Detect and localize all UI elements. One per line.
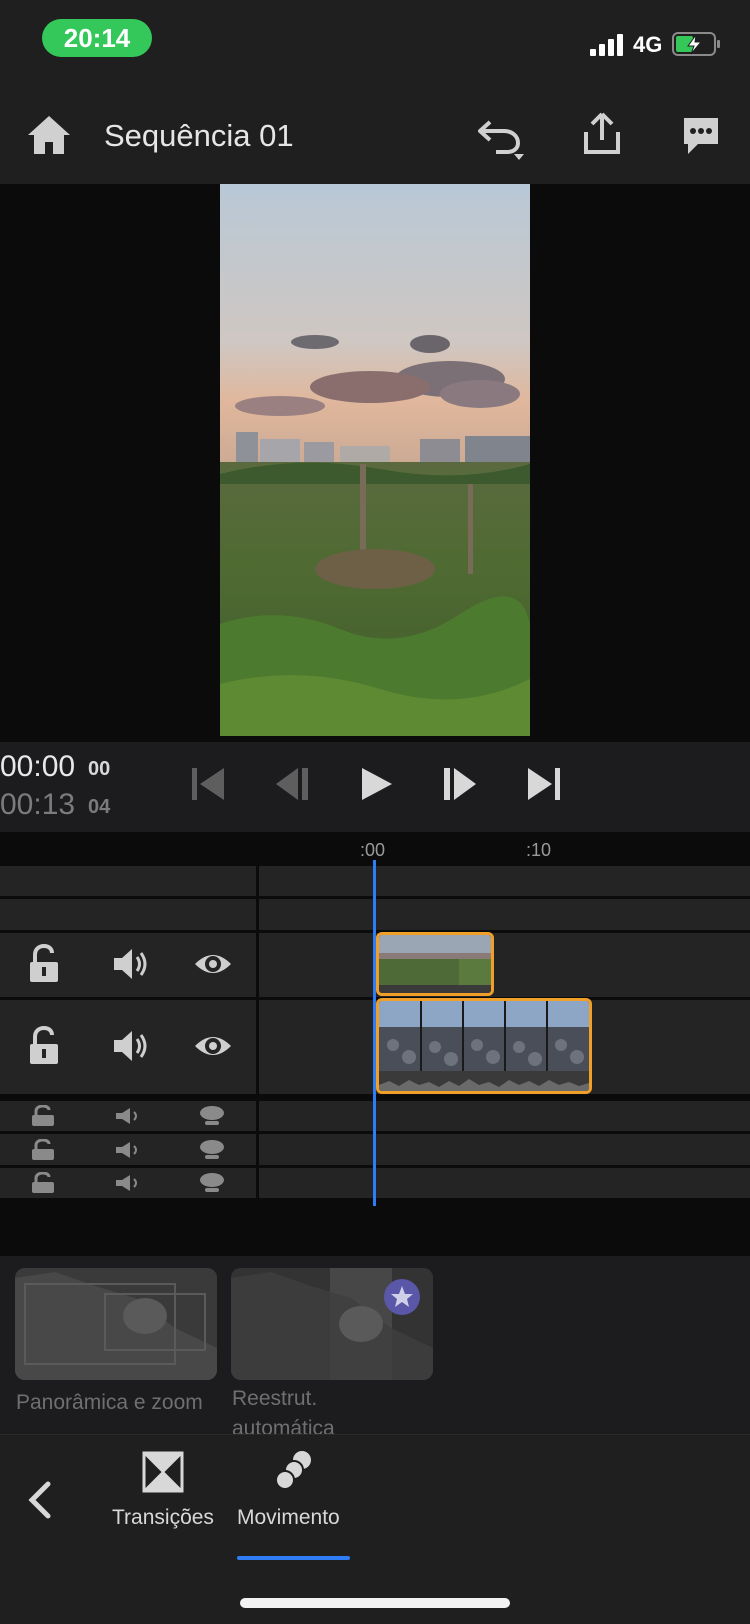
status-time: 20:14 (42, 19, 152, 57)
effect-pan-zoom[interactable] (15, 1268, 217, 1380)
current-timecode: 00:00 (0, 750, 76, 783)
current-frames: 00 (88, 758, 111, 780)
volume-icon[interactable] (110, 1026, 150, 1066)
volume-icon[interactable] (114, 1172, 144, 1194)
home-icon[interactable] (26, 114, 72, 156)
home-indicator[interactable] (240, 1598, 510, 1608)
volume-icon[interactable] (114, 1105, 144, 1127)
total-timecode: 00:13 (0, 788, 76, 821)
tab-transitions[interactable]: Transições (108, 1444, 218, 1534)
motion-icon (275, 1451, 311, 1490)
effect-label: Reestrut. (232, 1387, 318, 1410)
microphone-icon[interactable] (197, 1105, 227, 1127)
video-clip-v2[interactable] (376, 932, 494, 996)
track-header (0, 899, 256, 930)
track-lane-a1[interactable] (259, 1101, 750, 1131)
playhead[interactable] (373, 860, 376, 1206)
active-tab-indicator (237, 1556, 350, 1560)
pan-zoom-thumbnail (15, 1268, 217, 1380)
premium-star-icon (384, 1279, 420, 1315)
lock-open-icon[interactable] (28, 1139, 58, 1161)
clip-thumbnail (379, 935, 491, 993)
step-back-icon[interactable] (272, 764, 312, 804)
track-header (0, 866, 256, 896)
lock-open-icon[interactable] (24, 944, 64, 984)
ruler-tick: :00 (360, 840, 386, 860)
track-lane-a2[interactable] (259, 1134, 750, 1165)
track-lane[interactable] (259, 899, 750, 930)
network-type: 4G (633, 32, 663, 57)
clip-thumbnail (379, 1001, 589, 1091)
track-lane-a3[interactable] (259, 1168, 750, 1198)
transitions-icon (142, 1451, 184, 1493)
total-frames: 04 (88, 796, 111, 818)
visibility-eye-icon[interactable] (193, 944, 233, 984)
tab-motion-label: Movimento (237, 1506, 340, 1529)
go-to-end-icon[interactable] (524, 764, 564, 804)
microphone-icon[interactable] (197, 1139, 227, 1161)
tab-motion[interactable]: Movimento (232, 1444, 356, 1534)
undo-icon[interactable] (476, 114, 526, 162)
sequence-title: Sequência 01 (104, 118, 294, 153)
ruler-tick: :10 (526, 840, 552, 860)
lock-open-icon[interactable] (28, 1105, 58, 1127)
cellular-signal-icon (590, 34, 623, 56)
back-chevron-icon[interactable] (26, 1480, 54, 1520)
effect-label: Panorâmica e zoom (16, 1391, 203, 1414)
video-clip-v1[interactable] (376, 998, 592, 1094)
video-preview[interactable] (220, 184, 530, 736)
track-lane[interactable] (259, 866, 750, 896)
share-icon[interactable] (582, 112, 622, 156)
track-lane-v2[interactable] (259, 933, 750, 997)
lock-open-icon[interactable] (28, 1172, 58, 1194)
comments-icon[interactable] (680, 114, 722, 158)
microphone-icon[interactable] (197, 1172, 227, 1194)
visibility-eye-icon[interactable] (193, 1026, 233, 1066)
lock-open-icon[interactable] (24, 1026, 64, 1066)
volume-icon[interactable] (114, 1139, 144, 1161)
step-forward-icon[interactable] (440, 764, 480, 804)
battery-charging-icon (672, 32, 720, 56)
play-icon[interactable] (356, 764, 396, 804)
volume-icon[interactable] (110, 944, 150, 984)
go-to-start-icon[interactable] (188, 764, 228, 804)
tab-transitions-label: Transições (112, 1506, 214, 1529)
